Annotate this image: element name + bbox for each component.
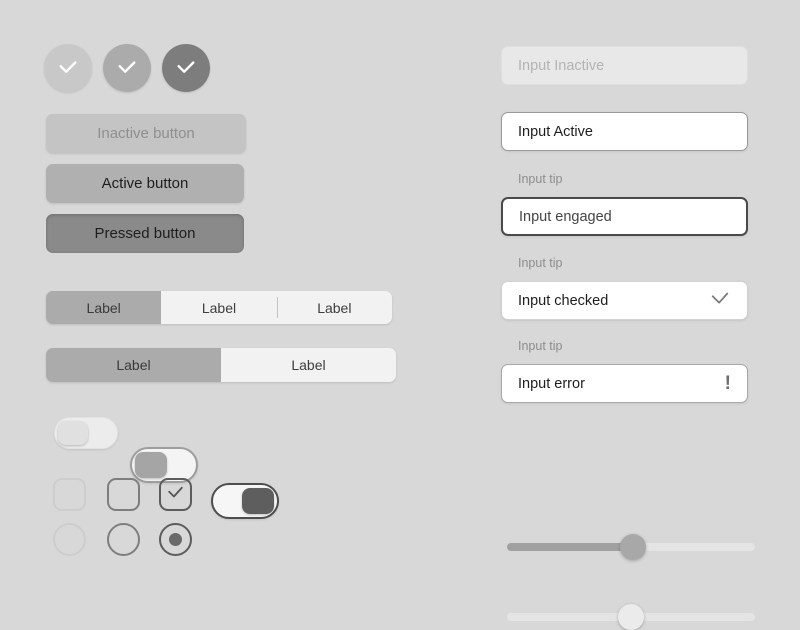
slider-fill [507, 613, 631, 621]
slider-fill [507, 543, 633, 551]
segment-text: Label [116, 357, 151, 373]
toggle-inactive[interactable] [54, 417, 118, 449]
button-label: Inactive button [97, 125, 195, 142]
segment-label-1[interactable]: Label [46, 348, 221, 382]
segment-label-3[interactable]: Label [276, 291, 392, 324]
input-tip-engaged: Input tip [518, 172, 563, 186]
slider-thumb[interactable] [618, 604, 644, 630]
input-value: Input checked [518, 292, 609, 309]
active-button[interactable]: Active button [46, 164, 244, 203]
check-icon [116, 57, 138, 79]
button-label: Pressed button [94, 225, 196, 242]
segment-label-2[interactable]: Label [221, 348, 396, 382]
check-button-active[interactable] [103, 44, 151, 92]
input-tip-error: Input tip [518, 339, 563, 353]
segment-text: Label [86, 299, 121, 316]
button-label: Active button [101, 175, 189, 192]
segmented-control-two[interactable]: Label Label [46, 348, 396, 382]
pressed-button[interactable]: Pressed button [46, 214, 244, 253]
slider-active[interactable] [507, 534, 755, 560]
segment-label-1[interactable]: Label [46, 291, 162, 324]
toggle-knob[interactable] [58, 421, 88, 445]
checkbox-normal[interactable] [107, 478, 140, 511]
checkbox-disabled[interactable] [53, 478, 86, 511]
slider-inactive[interactable] [507, 604, 755, 630]
radio-dot-icon [169, 533, 182, 546]
input-tip-checked: Input tip [518, 256, 563, 270]
check-icon[interactable] [709, 288, 731, 314]
slider-thumb[interactable] [620, 534, 646, 560]
toggle-active-on[interactable] [211, 483, 279, 519]
check-icon [166, 483, 185, 507]
toggle-knob[interactable] [242, 488, 274, 514]
input-value: Input error [518, 375, 585, 392]
segment-label-2[interactable]: Label [161, 291, 277, 324]
input-error[interactable]: Input error ! [501, 364, 748, 403]
check-button-inactive[interactable] [44, 44, 92, 92]
check-button-pressed[interactable] [162, 44, 210, 92]
input-value: Input engaged [519, 208, 612, 225]
inactive-button[interactable]: Inactive button [46, 114, 246, 153]
input-inactive[interactable]: Input Inactive [501, 46, 748, 85]
exclamation-icon[interactable]: ! [725, 374, 731, 393]
toggle-knob[interactable] [135, 452, 167, 478]
segment-text: Label [201, 299, 237, 316]
segmented-control-three[interactable]: Label Label Label [46, 291, 392, 324]
component-sheet-canvas: Inactive button Active button Pressed bu… [0, 0, 800, 630]
radio-normal[interactable] [107, 523, 140, 556]
segment-text: Label [317, 299, 352, 316]
input-active[interactable]: Input Active [501, 112, 748, 151]
check-icon [175, 57, 197, 79]
input-checked[interactable]: Input checked [501, 281, 748, 320]
segment-text: Label [291, 357, 326, 373]
input-engaged[interactable]: Input engaged [501, 197, 748, 236]
input-value: Input Active [518, 123, 593, 140]
input-placeholder: Input Inactive [518, 57, 605, 74]
checkbox-checked[interactable] [159, 478, 192, 511]
radio-selected[interactable] [159, 523, 192, 556]
radio-disabled[interactable] [53, 523, 86, 556]
check-icon [57, 57, 79, 79]
